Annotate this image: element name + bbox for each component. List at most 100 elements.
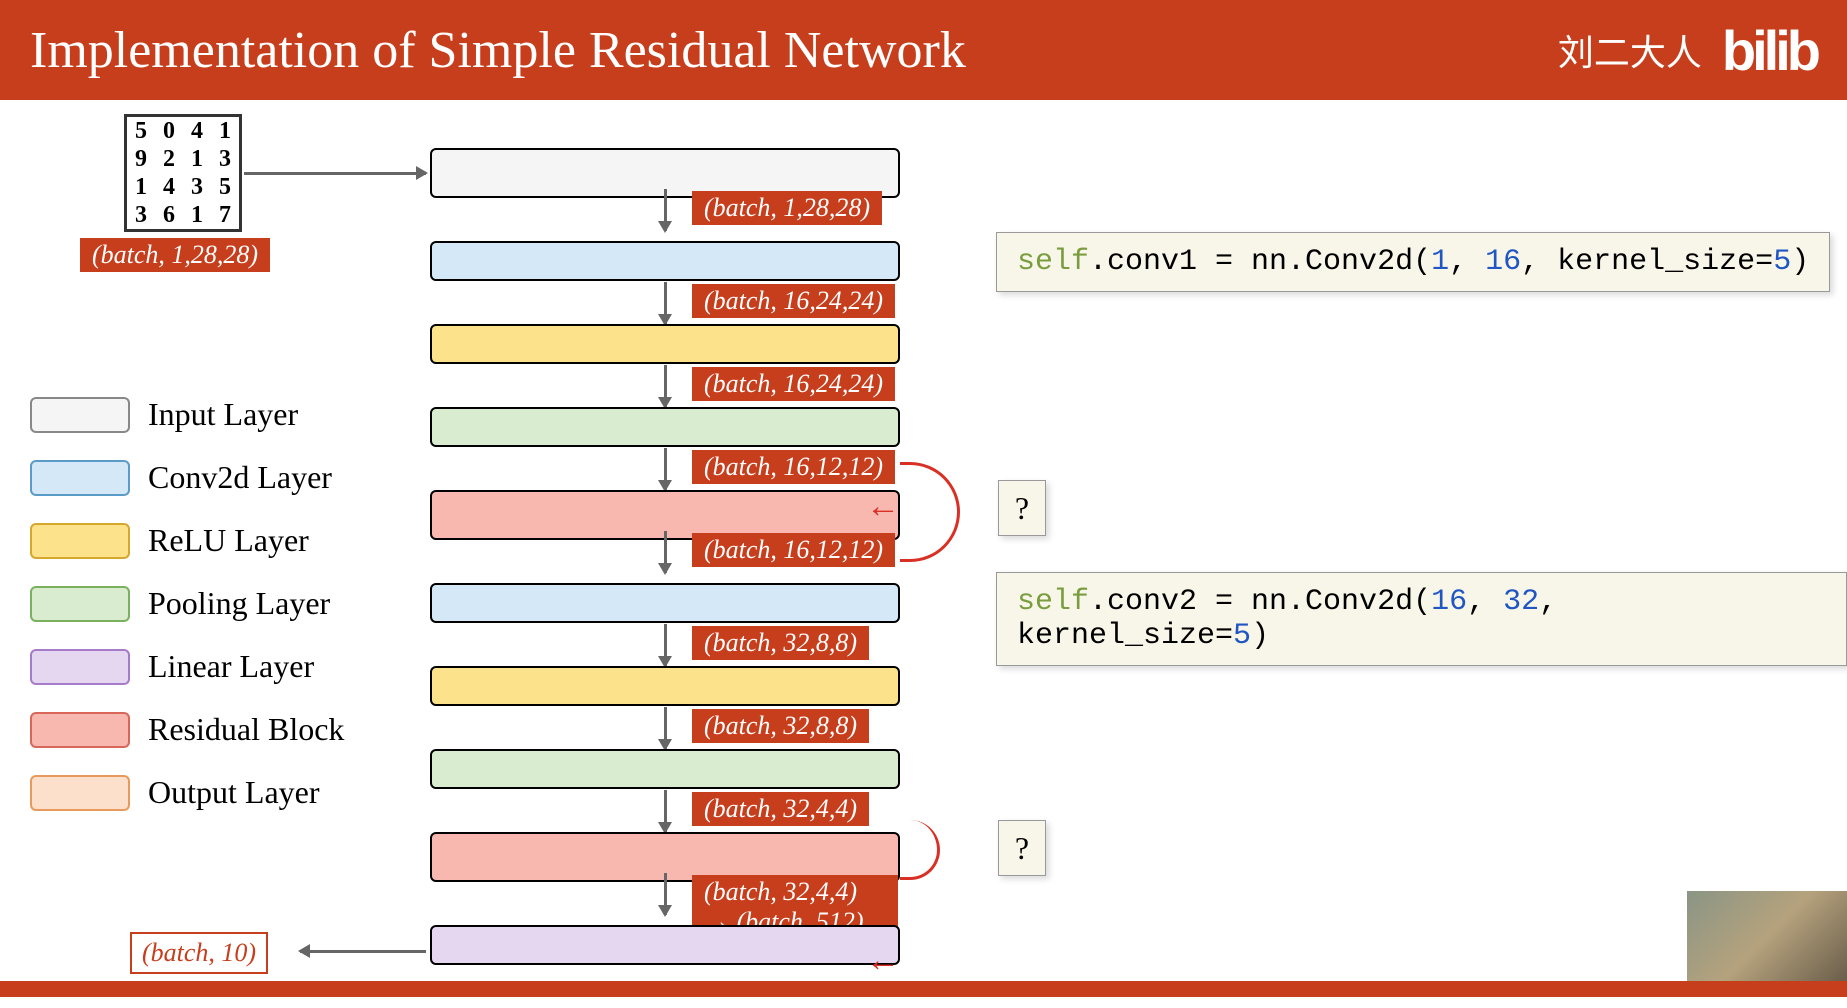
legend-label: Input Layer <box>148 396 298 433</box>
layer-block: (batch, 16,24,24) <box>430 241 900 281</box>
legend-label: Output Layer <box>148 774 320 811</box>
dimension-badge: (batch, 1,28,28) <box>692 191 882 225</box>
down-arrow-icon <box>664 790 667 832</box>
mnist-digit: 7 <box>211 201 239 229</box>
legend: Input Layer Conv2d Layer ReLU Layer Pooling… <box>30 396 344 837</box>
mnist-digit: 6 <box>155 201 183 229</box>
layer-block <box>430 925 900 965</box>
output-shape-badge: (batch, 10) <box>130 932 268 974</box>
layer-block: (batch, 16,12,12) <box>430 407 900 447</box>
down-arrow-icon <box>664 707 667 749</box>
legend-label: Conv2d Layer <box>148 459 332 496</box>
down-arrow-icon <box>664 365 667 407</box>
mnist-digit: 2 <box>155 145 183 173</box>
legend-swatch <box>30 649 130 685</box>
legend-swatch <box>30 460 130 496</box>
legend-label: Linear Layer <box>148 648 314 685</box>
legend-row: Input Layer <box>30 396 344 433</box>
page-title: Implementation of Simple Residual Networ… <box>30 21 966 80</box>
legend-swatch <box>30 523 130 559</box>
legend-swatch <box>30 586 130 622</box>
mnist-digit: 1 <box>211 117 239 145</box>
layer-stack: (batch, 1,28,28)(batch, 16,24,24)(batch,… <box>430 148 900 1008</box>
layer-block: (batch, 32,8,8) <box>430 666 900 706</box>
layer-block: (batch, 1,28,28) <box>430 148 900 198</box>
dimension-badge: (batch, 16,24,24) <box>692 284 895 318</box>
code-self: self <box>1017 585 1089 619</box>
legend-row: Linear Layer <box>30 648 344 685</box>
red-curve-annotation-1 <box>900 462 960 562</box>
webcam-thumbnail-icon <box>1687 891 1847 981</box>
dimension-badge: (batch, 32,8,8) <box>692 626 869 660</box>
question-box-2: ? <box>998 820 1046 876</box>
mnist-digit: 3 <box>211 145 239 173</box>
mnist-digit: 0 <box>155 117 183 145</box>
author-name: 刘二大人 <box>1558 24 1702 76</box>
legend-row: Pooling Layer <box>30 585 344 622</box>
stack-to-output-arrow-icon <box>300 950 426 953</box>
mnist-digit: 5 <box>127 117 155 145</box>
layer-block: (batch, 16,12,12) <box>430 490 900 540</box>
legend-row: ReLU Layer <box>30 522 344 559</box>
dimension-badge: (batch, 16,12,12) <box>692 450 895 484</box>
bilibili-logo-icon: bilib <box>1722 18 1817 83</box>
legend-row: Conv2d Layer <box>30 459 344 496</box>
mnist-sample-grid: 5041921314353617 <box>124 114 242 232</box>
code-arg-c: 5 <box>1773 245 1791 279</box>
layer-block: (batch, 32,8,8) <box>430 583 900 623</box>
legend-swatch <box>30 397 130 433</box>
code-arg-a: 16 <box>1431 585 1467 619</box>
legend-label: ReLU Layer <box>148 522 309 559</box>
code-text: .conv1 = nn.Conv2d( <box>1089 245 1431 279</box>
legend-swatch <box>30 712 130 748</box>
red-curve-annotation-2 <box>900 820 940 880</box>
mnist-digit: 1 <box>127 173 155 201</box>
question-box-1: ? <box>998 480 1046 536</box>
layer-block: (batch, 16,24,24) <box>430 324 900 364</box>
header-right: 刘二大人 bilib <box>1558 18 1817 83</box>
code-text: .conv2 = nn.Conv2d( <box>1089 585 1431 619</box>
legend-swatch <box>30 775 130 811</box>
dimension-badge: (batch, 32,8,8) <box>692 709 869 743</box>
down-arrow-icon <box>664 531 667 573</box>
code-end: ) <box>1251 619 1269 653</box>
mnist-digit: 4 <box>183 117 211 145</box>
header-bar: Implementation of Simple Residual Networ… <box>0 0 1847 100</box>
code-arg-b: 16 <box>1485 245 1521 279</box>
mnist-digit: 3 <box>127 201 155 229</box>
code-self: self <box>1017 245 1089 279</box>
down-arrow-icon <box>664 189 667 231</box>
input-shape-badge: (batch, 1,28,28) <box>80 238 270 272</box>
footer-bar <box>0 981 1847 997</box>
input-to-stack-arrow-icon <box>244 172 426 175</box>
mnist-digit: 1 <box>183 145 211 173</box>
dimension-badge: (batch, 32,4,4) <box>692 792 869 826</box>
code-end: ) <box>1791 245 1809 279</box>
red-arrow-annotation-3: ← <box>866 942 900 980</box>
mnist-digit: 9 <box>127 145 155 173</box>
legend-label: Pooling Layer <box>148 585 330 622</box>
dimension-badge: (batch, 16,24,24) <box>692 367 895 401</box>
down-arrow-icon <box>664 624 667 666</box>
layer-block: (batch, 32,4,4) <box>430 749 900 789</box>
code-kw: kernel_size= <box>1017 619 1233 653</box>
mnist-digit: 5 <box>211 173 239 201</box>
code-arg-a: 1 <box>1431 245 1449 279</box>
code-conv1: self.conv1 = nn.Conv2d(1, 16, kernel_siz… <box>996 232 1830 292</box>
layer-block: (batch, 32,4,4) → (batch, 512) <box>430 832 900 882</box>
code-arg-c: 5 <box>1233 619 1251 653</box>
code-arg-b: 32 <box>1503 585 1539 619</box>
code-conv2: self.conv2 = nn.Conv2d(16, 32, kernel_si… <box>996 572 1847 666</box>
mnist-digit: 4 <box>155 173 183 201</box>
legend-row: Output Layer <box>30 774 344 811</box>
legend-row: Residual Block <box>30 711 344 748</box>
content-area: 5041921314353617 (batch, 1,28,28) (batch… <box>0 100 1847 997</box>
red-arrow-annotation-1: ← <box>866 488 900 526</box>
down-arrow-icon <box>664 448 667 490</box>
mnist-digit: 1 <box>183 201 211 229</box>
dimension-badge: (batch, 16,12,12) <box>692 533 895 567</box>
code-kw: kernel_size= <box>1557 245 1773 279</box>
mnist-digit: 3 <box>183 173 211 201</box>
down-arrow-icon <box>664 282 667 324</box>
legend-label: Residual Block <box>148 711 344 748</box>
